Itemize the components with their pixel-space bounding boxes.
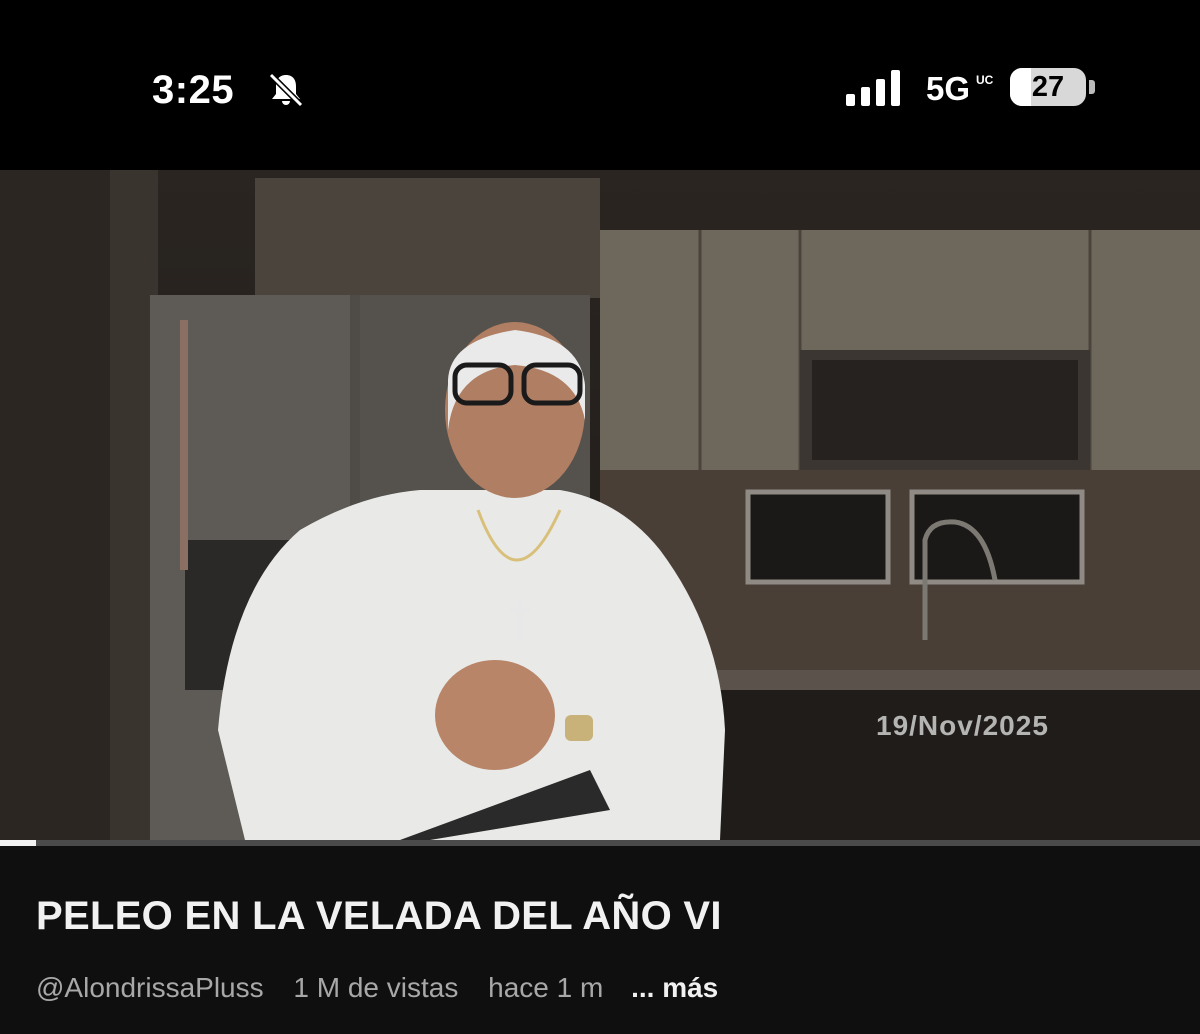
video-progress-bar[interactable] xyxy=(0,840,1200,846)
network-indicator: 5G UC xyxy=(926,70,993,108)
video-progress-fill xyxy=(0,840,36,846)
video-player[interactable]: 19/Nov/2025 xyxy=(0,170,1200,840)
video-title[interactable]: PELEO EN LA VELADA DEL AÑO VI xyxy=(36,894,722,939)
battery-icon: 27 xyxy=(1010,68,1086,106)
network-sub-label: UC xyxy=(976,73,994,87)
status-time: 3:25 xyxy=(152,68,235,112)
network-label: 5G xyxy=(926,70,971,107)
video-date-overlay: 19/Nov/2025 xyxy=(876,710,1049,741)
bell-off-icon xyxy=(268,72,304,108)
cellular-signal-icon xyxy=(846,70,900,106)
battery-level: 27 xyxy=(1031,71,1065,103)
upload-time: hace 1 m xyxy=(488,972,604,1003)
battery-cap xyxy=(1089,80,1095,94)
view-count: 1 M de vistas xyxy=(293,972,459,1003)
status-bar: 3:25 5G UC 27 xyxy=(0,0,1200,170)
channel-handle[interactable]: @AlondrissaPluss xyxy=(36,972,264,1004)
more-button[interactable]: ... más xyxy=(631,972,718,1004)
video-meta: @AlondrissaPluss 1 M de vistas hace 1 m … xyxy=(36,972,718,1004)
